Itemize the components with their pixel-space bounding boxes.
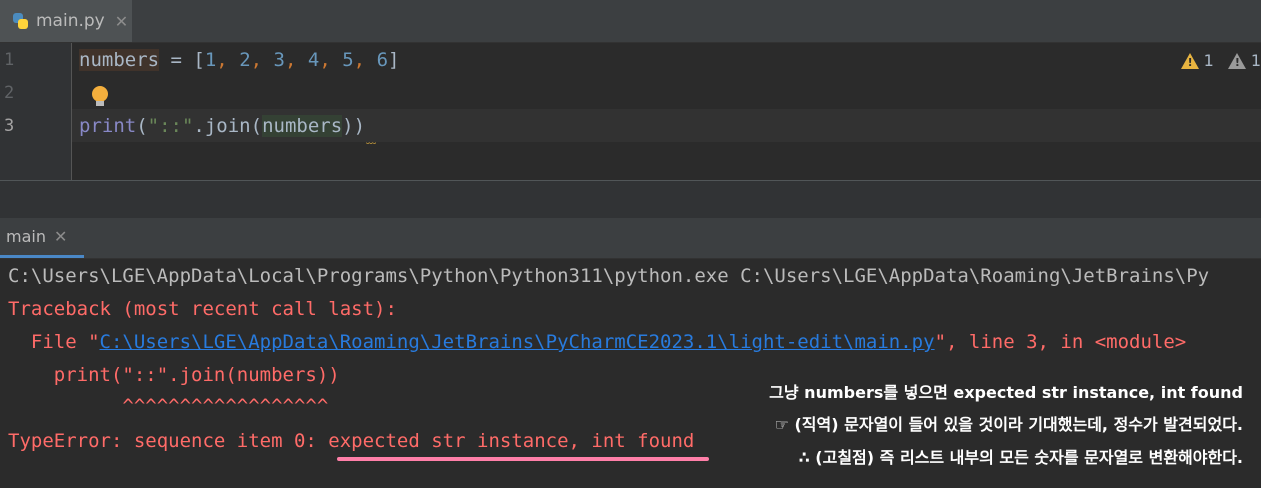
tab-main-py[interactable]: main.py ✕ [0, 0, 132, 42]
line-number: 1 [4, 50, 15, 70]
error-underline-annotation [337, 457, 709, 461]
annotation-line-2: ☞ (직역) 문자열이 들어 있을 것이라 기대했는데, 정수가 발견되었다. [774, 415, 1243, 434]
console-command-line: C:\Users\LGE\AppData\Local\Programs\Pyth… [8, 265, 1210, 287]
close-icon[interactable]: ✕ [54, 227, 67, 246]
python-file-icon [10, 11, 30, 31]
warning-squiggle: ﹏ [366, 135, 376, 146]
console-traceback-header: Traceback (most recent call last): [8, 298, 397, 320]
file-link[interactable]: C:\Users\LGE\AppData\Roaming\JetBrains\P… [100, 331, 935, 353]
editor-tab-bar: main.py ✕ [0, 0, 1261, 43]
weak-warning-count[interactable]: ! 1 [1227, 51, 1261, 70]
console-code-line: print("::".join(numbers)) [8, 364, 340, 386]
code-editor[interactable]: 1 2 3 numbers = [1, 2, 3, 4, 5, 6] print… [0, 43, 1261, 180]
close-icon[interactable]: ✕ [115, 12, 128, 31]
tab-run-main[interactable]: main ✕ [0, 218, 84, 258]
error-message: expected str instance, int found [328, 430, 695, 452]
weak-warning-icon: ! [1227, 52, 1246, 69]
code-line-1: numbers = [1, 2, 3, 4, 5, 6] [79, 49, 400, 71]
code-line-3: print("::".join(numbers)) [79, 115, 366, 137]
run-tab-label: main [6, 227, 46, 246]
annotation-line-1: 그냥 numbers를 넣으면 expected str instance, i… [769, 383, 1243, 402]
line-number: 2 [4, 83, 15, 103]
annotation-line-3: ∴ (고칠점) 즉 리스트 내부의 모든 숫자를 문자열로 변환해야한다. [798, 448, 1243, 467]
run-console[interactable]: C:\Users\LGE\AppData\Local\Programs\Pyth… [0, 259, 1261, 488]
inspection-widget[interactable]: ! 1 ! 1 [1180, 51, 1261, 70]
run-tool-window-header: main ✕ [0, 218, 1261, 259]
console-caret-line: ^^^^^^^^^^^^^^^^^^ [8, 395, 329, 417]
line-number: 3 [4, 116, 15, 136]
tab-label: main.py [36, 11, 105, 31]
warning-count[interactable]: ! 1 [1180, 51, 1214, 70]
console-error-line: TypeError: sequence item 0: expected str… [8, 430, 695, 452]
panel-divider[interactable] [0, 180, 1261, 219]
line-gutter: 1 2 3 [0, 43, 72, 180]
console-file-line: File "C:\Users\LGE\AppData\Roaming\JetBr… [8, 331, 1187, 353]
lightbulb-icon[interactable] [92, 86, 108, 108]
warning-icon: ! [1180, 52, 1199, 69]
